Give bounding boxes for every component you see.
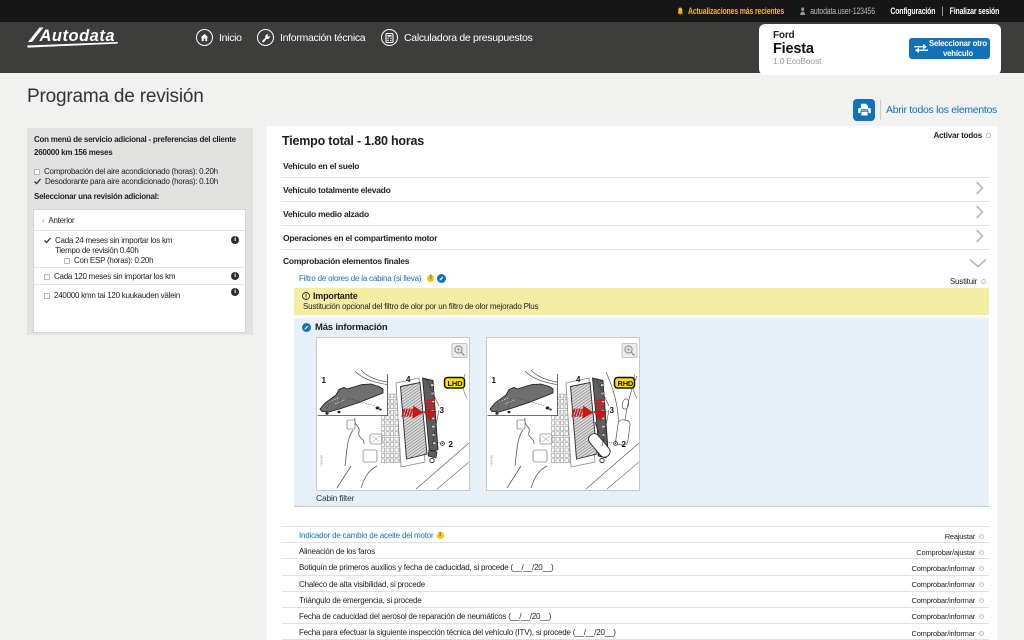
svg-text:3: 3	[610, 406, 615, 415]
svg-text:2: 2	[449, 440, 454, 449]
svg-text:1: 1	[322, 376, 327, 385]
svg-text:RHD: RHD	[618, 379, 634, 388]
svg-text:4: 4	[576, 375, 581, 384]
svg-text:2: 2	[622, 440, 627, 449]
svg-text:4: 4	[406, 375, 411, 384]
svg-text:LHD: LHD	[448, 379, 464, 388]
svg-text:1: 1	[492, 376, 497, 385]
svg-text:Autodata: Autodata	[39, 27, 116, 45]
svg-text:AD10198: AD10198	[320, 455, 324, 466]
svg-text:AD10198: AD10198	[490, 455, 494, 466]
svg-text:3: 3	[440, 406, 445, 415]
